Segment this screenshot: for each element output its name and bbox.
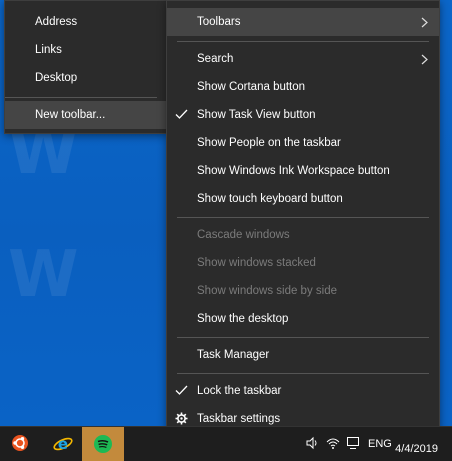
submenu-item-label: Links bbox=[35, 44, 62, 56]
svg-text:e: e bbox=[58, 435, 68, 453]
menu-item-label: Lock the taskbar bbox=[197, 385, 282, 397]
submenu-item-label: Address bbox=[35, 16, 78, 28]
menu-separator bbox=[177, 41, 429, 42]
submenu-item-new-toolbar[interactable]: New toolbar... bbox=[5, 101, 167, 129]
submenu-item-address[interactable]: Address bbox=[5, 8, 167, 36]
menu-item-search[interactable]: Search bbox=[167, 45, 439, 73]
menu-item-task-manager[interactable]: Task Manager bbox=[167, 341, 439, 369]
submenu-item-links[interactable]: Links bbox=[5, 36, 167, 64]
menu-item-show-desktop[interactable]: Show the desktop bbox=[167, 305, 439, 333]
toolbars-submenu: Address Links Desktop New toolbar... bbox=[4, 0, 168, 134]
menu-item-show-cortana[interactable]: Show Cortana button bbox=[167, 73, 439, 101]
menu-item-show-people[interactable]: Show People on the taskbar bbox=[167, 129, 439, 157]
menu-item-label: Toolbars bbox=[197, 16, 241, 28]
menu-item-label: Show the desktop bbox=[197, 313, 289, 325]
menu-item-label: Show windows side by side bbox=[197, 285, 337, 297]
menu-item-windows-side-by-side: Show windows side by side bbox=[167, 277, 439, 305]
network-icon[interactable] bbox=[326, 427, 340, 461]
desktop-watermark: W bbox=[8, 238, 79, 312]
chevron-right-icon bbox=[421, 8, 431, 36]
menu-item-show-ink-workspace[interactable]: Show Windows Ink Workspace button bbox=[167, 157, 439, 185]
input-language[interactable]: ENG bbox=[368, 427, 392, 461]
menu-item-label: Show windows stacked bbox=[197, 257, 316, 269]
menu-item-label: Show Cortana button bbox=[197, 81, 306, 93]
menu-separator bbox=[5, 97, 157, 98]
menu-item-show-touch-keyboard[interactable]: Show touch keyboard button bbox=[167, 185, 439, 213]
ubuntu-icon[interactable] bbox=[0, 427, 42, 461]
menu-item-label: Show Windows Ink Workspace button bbox=[197, 165, 390, 177]
checkmark-icon bbox=[175, 101, 189, 129]
menu-item-label: Show People on the taskbar bbox=[197, 137, 341, 149]
menu-item-label: Taskbar settings bbox=[197, 413, 281, 425]
submenu-item-label: Desktop bbox=[35, 72, 78, 84]
menu-item-label: Cascade windows bbox=[197, 229, 290, 241]
menu-item-label: Task Manager bbox=[197, 349, 270, 361]
volume-icon[interactable] bbox=[306, 427, 320, 461]
submenu-item-desktop[interactable]: Desktop bbox=[5, 64, 167, 92]
menu-item-show-task-view[interactable]: Show Task View button bbox=[167, 101, 439, 129]
checkmark-icon bbox=[175, 377, 189, 405]
menu-separator bbox=[177, 337, 429, 338]
menu-item-label: Show touch keyboard button bbox=[197, 193, 343, 205]
menu-item-windows-stacked: Show windows stacked bbox=[167, 249, 439, 277]
action-center-icon[interactable] bbox=[346, 427, 360, 461]
menu-separator bbox=[177, 373, 429, 374]
chevron-right-icon bbox=[421, 45, 431, 73]
menu-item-toolbars[interactable]: Toolbars bbox=[167, 8, 439, 36]
menu-item-label: Show Task View button bbox=[197, 109, 316, 121]
spotify-icon[interactable] bbox=[82, 427, 124, 461]
submenu-item-label: New toolbar... bbox=[35, 109, 106, 121]
taskbar[interactable]: e ENG 4/4/2019 bbox=[0, 426, 452, 461]
taskbar-context-menu: Toolbars Search Show Cortana button Show… bbox=[166, 0, 440, 439]
internet-explorer-icon[interactable]: e bbox=[42, 427, 84, 461]
menu-item-cascade-windows: Cascade windows bbox=[167, 221, 439, 249]
menu-separator bbox=[177, 217, 429, 218]
menu-item-lock-taskbar[interactable]: Lock the taskbar bbox=[167, 377, 439, 405]
clock-date[interactable]: 4/4/2019 bbox=[395, 443, 438, 455]
menu-item-label: Search bbox=[197, 53, 234, 65]
